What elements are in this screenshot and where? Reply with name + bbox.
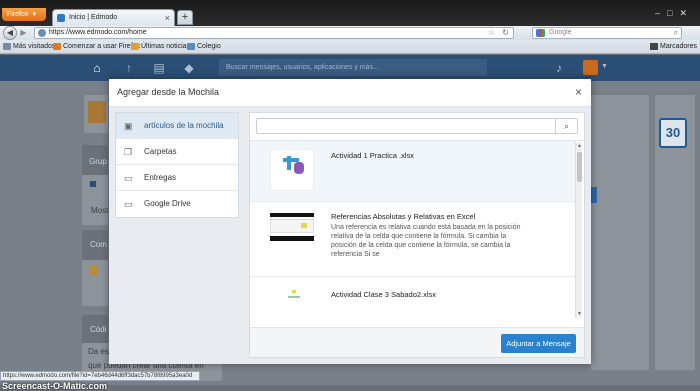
backpack-menu: ▣ artículos de la mochila ❐ Carpetas ▭ E… — [115, 112, 239, 218]
attach-to-message-button[interactable]: Adjuntar a Mensaje — [501, 334, 576, 353]
chevron-down-icon: ▼ — [31, 12, 38, 18]
scrollbar-thumb[interactable] — [577, 152, 582, 182]
community-card-header: Com — [82, 230, 108, 260]
cursor-icon — [294, 162, 304, 174]
bookmark-getting-started[interactable]: Comenzar a usar Firefox — [53, 40, 140, 53]
groups-card: Most — [82, 175, 108, 225]
menu-item-google-drive[interactable]: ▭ Google Drive — [116, 191, 238, 217]
file-thumbnail — [270, 211, 314, 247]
assignment-icon: ▭ — [124, 173, 133, 183]
screen: Firefox ▼ Inicio | Edmodo × + –□✕ ◀ ▶ htt… — [0, 0, 700, 391]
bookmarks-icon — [650, 43, 659, 50]
browser-search-box[interactable]: Google ⌕ — [532, 27, 682, 39]
list-item[interactable]: Referencias Absolutas y Relativas en Exc… — [250, 203, 576, 277]
modal-header: Agregar desde la Mochila × — [109, 79, 591, 107]
file-name: Actividad Clase 3 Sabado2.xlsx — [331, 290, 437, 299]
file-name: Actividad 1 Practica .xlsx — [331, 151, 414, 160]
bookmarks-menu[interactable]: Marcadores — [650, 40, 697, 53]
page-icon — [187, 43, 195, 50]
url-bar[interactable]: https://www.edmodo.com/home ☆ ↻ — [34, 27, 514, 39]
forward-button[interactable]: ▶ — [18, 28, 29, 38]
search-icon[interactable]: ⌕ — [555, 119, 577, 133]
scroll-down-icon[interactable]: ▼ — [576, 310, 583, 318]
community-icon — [90, 266, 98, 276]
menu-item-assignments[interactable]: ▭ Entregas — [116, 165, 238, 191]
notifications-bell-icon[interactable]: ♪ — [552, 61, 566, 75]
right-column — [591, 95, 649, 370]
new-tab-button[interactable]: + — [177, 10, 193, 25]
reload-icon[interactable]: ↻ — [502, 28, 509, 38]
user-avatar[interactable] — [583, 60, 598, 75]
file-name: Referencias Absolutas y Relativas en Exc… — [331, 212, 476, 221]
firefox-icon — [53, 43, 61, 50]
account-chevron-icon[interactable]: ▼ — [601, 63, 608, 70]
close-icon[interactable]: × — [575, 85, 582, 99]
tab-close-icon[interactable]: × — [165, 10, 170, 26]
bookmark-latest-news[interactable]: Últimas noticias — [131, 40, 190, 53]
search-engine-label: Google — [549, 29, 572, 36]
edmodo-search-input[interactable]: Buscar mensajes, usuarios, aplicaciones … — [219, 59, 487, 76]
bookmarks-toolbar: Más visitados Comenzar a usar Firefox Úl… — [0, 40, 700, 54]
recorder-watermark: Screencast-O-Matic.com — [2, 381, 108, 391]
bookmark-star-icon[interactable]: ☆ — [488, 28, 495, 38]
browser-titlebar: Firefox ▼ Inicio | Edmodo × + –□✕ — [0, 0, 700, 26]
bookmark-most-visited[interactable]: Más visitados — [3, 40, 55, 53]
progress-icon[interactable]: ↑ — [122, 61, 136, 75]
list-item[interactable]: Actividad Clase 3 Sabado2.xlsx — [250, 278, 576, 320]
groups-card-header: Grup — [82, 145, 108, 175]
tab-title: Inicio | Edmodo — [69, 14, 118, 21]
home-icon[interactable]: ⌂ — [90, 61, 104, 75]
backpack-modal: Agregar desde la Mochila × ▣ artículos d… — [109, 79, 591, 364]
list-item[interactable]: Actividad 1 Practica .xlsx — [250, 141, 576, 202]
profile-photo — [88, 101, 106, 123]
backpack-items-list: Actividad 1 Practica .xlsx Referencias A… — [250, 140, 586, 320]
modal-title: Agregar desde la Mochila — [117, 87, 220, 97]
window-controls[interactable]: –□✕ — [655, 8, 694, 19]
library-icon[interactable]: ▤ — [152, 61, 166, 75]
backpack-search-input[interactable]: ⌕ — [256, 118, 578, 134]
file-thumbnail — [270, 286, 314, 320]
edmodo-top-nav: ⌂ ↑ ▤ ◆ Buscar mensajes, usuarios, aplic… — [0, 55, 700, 81]
group-color-icon — [90, 181, 96, 187]
list-scrollbar[interactable]: ▲ ▼ — [575, 142, 582, 318]
modal-footer: Adjuntar a Mensaje — [250, 327, 584, 357]
community-card — [82, 260, 108, 306]
google-logo-icon — [536, 29, 545, 37]
firefox-menu-button[interactable]: Firefox ▼ — [2, 8, 46, 21]
url-text: https://www.edmodo.com/home — [49, 29, 147, 36]
backpack-items-panel: ⌕ Actividad 1 Practica .xlsx Referencias… — [249, 112, 586, 358]
apps-icon[interactable]: ◆ — [182, 61, 196, 75]
back-button[interactable]: ◀ — [3, 26, 17, 40]
file-description: Una referencia es relativa cuando está b… — [331, 224, 521, 258]
modal-body: ▣ artículos de la mochila ❐ Carpetas ▭ E… — [109, 107, 591, 364]
bookmark-colegio[interactable]: Colegio — [187, 40, 221, 53]
scroll-up-icon[interactable]: ▲ — [576, 142, 583, 150]
drive-icon: ▭ — [124, 199, 133, 209]
file-thumbnail — [270, 149, 314, 191]
backpack-icon: ▣ — [124, 121, 133, 131]
menu-item-backpack-items[interactable]: ▣ artículos de la mochila — [116, 113, 238, 139]
profile-card — [84, 95, 108, 133]
folder-icon: ❐ — [124, 147, 133, 157]
folder-icon — [3, 43, 11, 50]
browser-tab[interactable]: Inicio | Edmodo × — [52, 9, 175, 26]
code-card-header: Códi — [82, 315, 108, 345]
search-icon[interactable]: ⌕ — [674, 28, 678, 38]
rss-icon — [131, 43, 139, 50]
site-identity-icon[interactable] — [38, 29, 46, 37]
right-column-button-edge — [591, 187, 597, 203]
browser-status-bar: https://www.edmodo.com/file?id=7eb46d44d… — [0, 371, 200, 381]
browser-navbar: ◀ ▶ https://www.edmodo.com/home ☆ ↻ Goog… — [0, 26, 700, 40]
calendar-icon[interactable]: 30 — [659, 118, 687, 148]
edmodo-favicon-icon — [57, 14, 65, 22]
menu-item-folders[interactable]: ❐ Carpetas — [116, 139, 238, 165]
